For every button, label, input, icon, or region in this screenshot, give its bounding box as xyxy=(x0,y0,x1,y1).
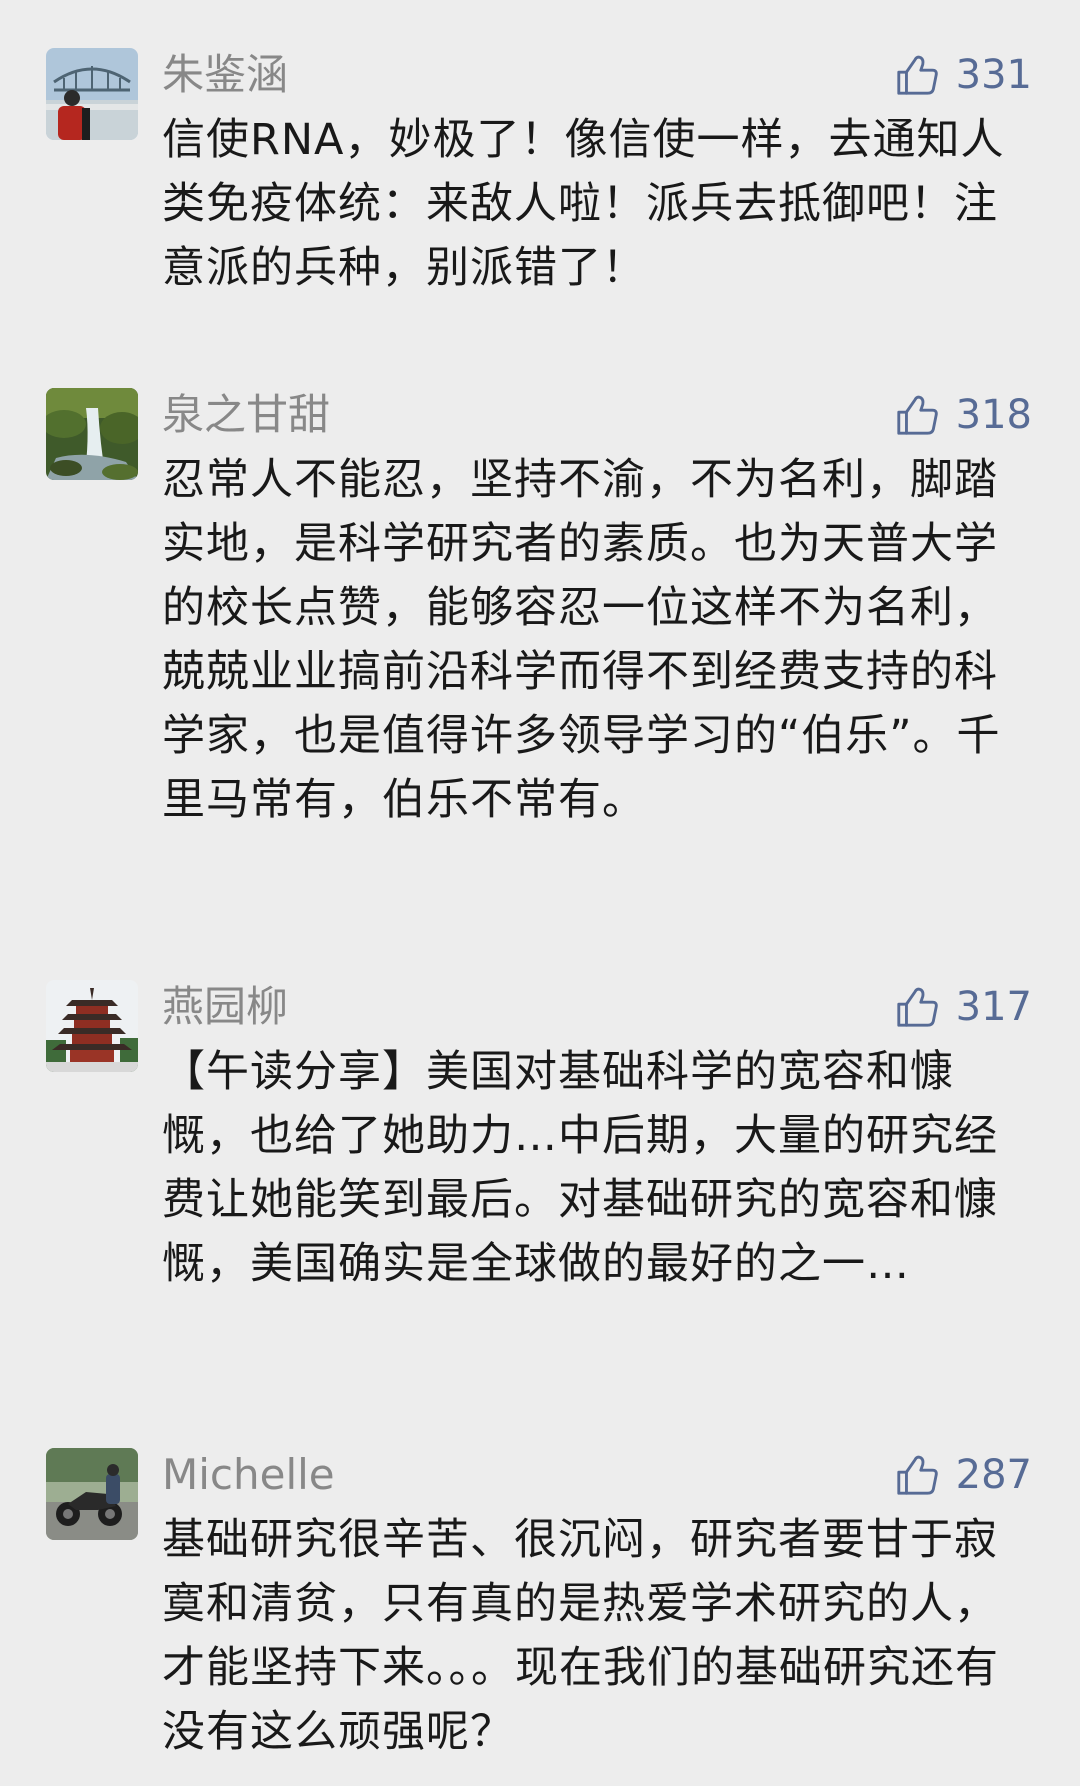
like-count: 331 xyxy=(955,52,1032,98)
comment-text: 基础研究很辛苦、很沉闷，研究者要甘于寂寞和清贫，只有真的是热爱学术研究的人，才能… xyxy=(162,1515,999,1757)
comment-author[interactable]: 燕园柳 xyxy=(162,982,288,1032)
like-count: 317 xyxy=(955,984,1032,1030)
comment-author[interactable]: 泉之甘甜 xyxy=(162,390,330,440)
comment-list: 朱鉴涵 331 信使RNA，妙极了！像信使一样，去通知人类免疫体统：来敌人啦！派… xyxy=(0,0,1080,1786)
thumbs-up-icon xyxy=(896,55,938,95)
avatar[interactable] xyxy=(46,388,138,480)
comment-text: 【午读分享】美国对基础科学的宽容和慷慨，也给了她助力…中后期，大量的研究经费让她… xyxy=(162,1047,998,1289)
avatar-bridge-photo-icon xyxy=(46,48,138,140)
like-button[interactable]: 318 xyxy=(894,388,1032,442)
thumbs-up-icon xyxy=(896,987,938,1027)
like-button[interactable]: 287 xyxy=(894,1448,1032,1502)
like-button[interactable]: 331 xyxy=(894,48,1032,102)
thumbs-up-icon xyxy=(896,395,938,435)
thumbs-up-icon xyxy=(896,1455,938,1495)
like-count: 287 xyxy=(955,1452,1032,1498)
avatar-motorcycle-photo-icon xyxy=(46,1448,138,1540)
comment-text: 忍常人不能忍，坚持不渝，不为名利，脚踏实地，是科学研究者的素质。也为天普大学的校… xyxy=(162,455,1001,825)
avatar[interactable] xyxy=(46,48,138,140)
comment-text: 信使RNA，妙极了！像信使一样，去通知人类免疫体统：来敌人啦！派兵去抵御吧！注意… xyxy=(162,115,1005,293)
like-button[interactable]: 317 xyxy=(894,980,1032,1034)
comment-author[interactable]: Michelle xyxy=(162,1450,335,1500)
avatar[interactable] xyxy=(46,980,138,1072)
comment-author[interactable]: 朱鉴涵 xyxy=(162,50,288,100)
like-count: 318 xyxy=(955,392,1032,438)
avatar-waterfall-photo-icon xyxy=(46,388,138,480)
avatar-pagoda-photo-icon xyxy=(46,980,138,1072)
avatar[interactable] xyxy=(46,1448,138,1540)
